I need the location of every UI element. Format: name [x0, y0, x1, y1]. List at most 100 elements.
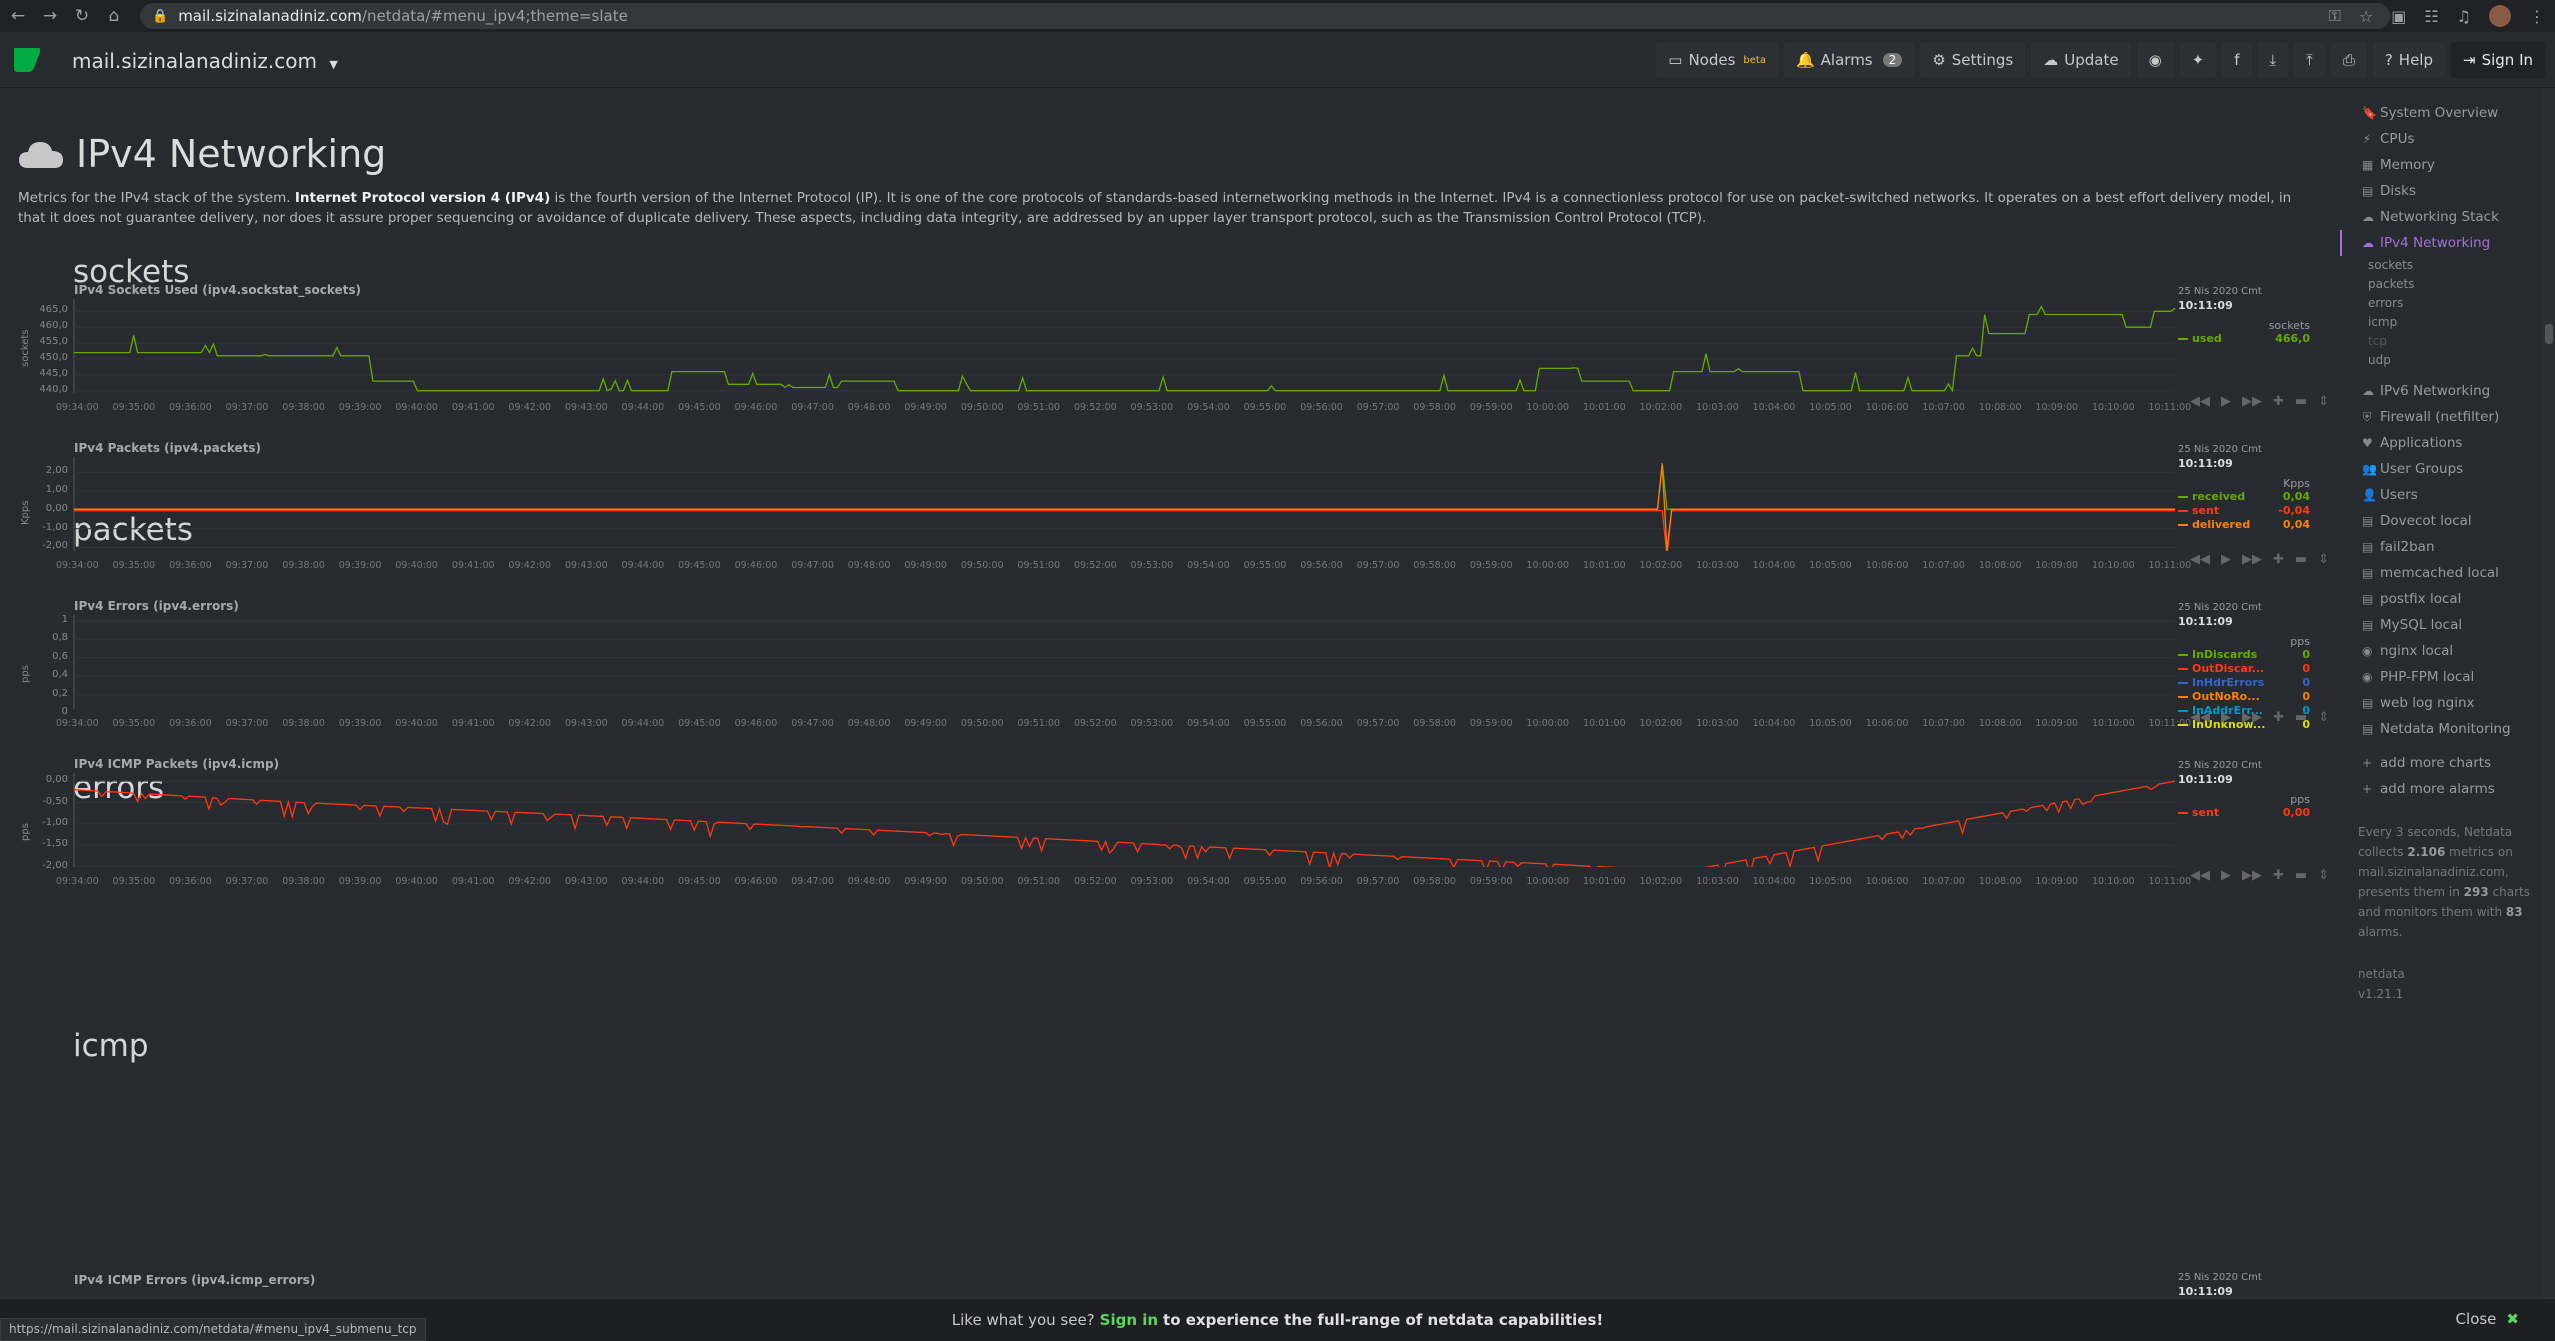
translate-icon[interactable]: ▣ [2391, 7, 2406, 26]
resize-icon[interactable]: ⇕ [2318, 394, 2329, 409]
sidebar-subitem-errors[interactable]: errors [2340, 294, 2555, 313]
zoom-out-icon[interactable]: ▬ [2295, 868, 2307, 883]
banner-sign-in-link[interactable]: Sign in [1100, 1311, 1158, 1329]
zoom-in-icon[interactable]: ✚ [2273, 868, 2284, 883]
sidebar-item-cpus[interactable]: ⚡ CPUs [2340, 126, 2555, 152]
alarms-button[interactable]: 🔔 Alarms 2 [1783, 42, 1915, 78]
upload-button[interactable]: ⤒ [2294, 42, 2325, 78]
settings-button[interactable]: ⚙ Settings [1920, 42, 2026, 78]
rewind-icon[interactable]: ◀◀ [2190, 868, 2210, 883]
plus-icon: + [2362, 756, 2373, 770]
sidebar-item-web-log-nginx[interactable]: ▤ web log nginx [2340, 690, 2555, 716]
forward-icon[interactable]: ▶▶ [2242, 710, 2262, 725]
chart-svg-icmp[interactable] [0, 757, 2330, 867]
zoom-in-icon[interactable]: ✚ [2273, 394, 2284, 409]
back-icon[interactable]: ← [4, 0, 32, 32]
update-button[interactable]: ☁ Update [2031, 42, 2131, 78]
chart-svg-packets[interactable] [0, 441, 2330, 551]
profile-avatar[interactable] [2489, 5, 2511, 27]
x-tick-label: 10:01:00 [1582, 876, 1626, 887]
scrollbar[interactable] [2543, 88, 2555, 1298]
zoom-out-icon[interactable]: ▬ [2295, 710, 2307, 725]
play-icon[interactable]: ▶ [2221, 394, 2231, 409]
zoom-in-icon[interactable]: ✚ [2273, 552, 2284, 567]
github-button[interactable]: ◉ [2136, 42, 2174, 78]
forward-icon[interactable]: ▶▶ [2242, 868, 2262, 883]
x-tick-label: 10:02:00 [1639, 718, 1683, 729]
chart-controls[interactable]: ◀◀ ▶ ▶▶ ✚ ▬ ⇕ [2190, 868, 2329, 883]
sidebar-item-users[interactable]: 👤 Users [2340, 482, 2555, 508]
sidebar-item-php-fpm-local[interactable]: ◉ PHP-FPM local [2340, 664, 2555, 690]
zoom-out-icon[interactable]: ▬ [2295, 394, 2307, 409]
sidebar-item-firewall-netfilter-[interactable]: ⛨ Firewall (netfilter) [2340, 404, 2555, 430]
sidebar-item-system-overview[interactable]: 🔖 System Overview [2340, 100, 2555, 126]
sidebar-item-applications[interactable]: ♥ Applications [2340, 430, 2555, 456]
print-button[interactable]: ⎙ [2330, 42, 2367, 78]
resize-icon[interactable]: ⇕ [2318, 868, 2329, 883]
sidebar-subitem-packets[interactable]: packets [2340, 275, 2555, 294]
sidebar-subitem-tcp[interactable]: tcp [2340, 332, 2555, 351]
hostname-dropdown[interactable]: mail.sizinalanadiniz.com ▼ [72, 49, 338, 73]
rewind-icon[interactable]: ◀◀ [2190, 710, 2210, 725]
address-bar[interactable]: 🔒 mail.sizinalanadiniz.com /netdata/#men… [140, 3, 2390, 29]
add-more-charts-link[interactable]: + add more charts [2340, 750, 2555, 776]
reload-icon[interactable]: ↻ [68, 0, 96, 32]
sidebar-item-disks[interactable]: ▤ Disks [2340, 178, 2555, 204]
sidebar-item-memcached-local[interactable]: ▤ memcached local [2340, 560, 2555, 586]
sidebar-item-nginx-local[interactable]: ◉ nginx local [2340, 638, 2555, 664]
chart-controls[interactable]: ◀◀ ▶ ▶▶ ✚ ▬ ⇕ [2190, 394, 2329, 409]
sidebar-info-info-metrics: 2.106 [2407, 845, 2446, 859]
chart-svg-errors[interactable] [0, 599, 2330, 709]
chart-controls[interactable]: ◀◀ ▶ ▶▶ ✚ ▬ ⇕ [2190, 710, 2329, 725]
zoom-in-icon[interactable]: ✚ [2273, 710, 2284, 725]
nodes-button[interactable]: ▭ Nodes beta [1656, 42, 1778, 78]
sidebar-item-mysql-local[interactable]: ▤ MySQL local [2340, 612, 2555, 638]
key-icon[interactable]: ⚿ [2329, 6, 2341, 26]
sidebar-item-ipv6-networking[interactable]: ☁ IPv6 Networking [2340, 378, 2555, 404]
rewind-icon[interactable]: ◀◀ [2190, 394, 2210, 409]
play-icon[interactable]: ▶ [2221, 868, 2231, 883]
banner-close-button[interactable]: Close ✖ [2456, 1310, 2519, 1328]
home-icon[interactable]: ⌂ [100, 0, 128, 32]
twitter-button[interactable]: ✦ [2179, 42, 2217, 78]
facebook-button[interactable]: f [2222, 42, 2252, 78]
sidebar-subitem-sockets[interactable]: sockets [2340, 256, 2555, 275]
sidebar-item-memory[interactable]: ▦ Memory [2340, 152, 2555, 178]
chart-svg-sockets[interactable] [0, 283, 2330, 393]
media-icon[interactable]: ♫ [2457, 7, 2471, 26]
legend-row-outdiscar: OutDiscar... 0 [2178, 662, 2310, 676]
play-icon[interactable]: ▶ [2221, 710, 2231, 725]
resize-icon[interactable]: ⇕ [2318, 552, 2329, 567]
sidebar-subitem-udp[interactable]: udp [2340, 351, 2555, 370]
chart-controls[interactable]: ◀◀ ▶ ▶▶ ✚ ▬ ⇕ [2190, 552, 2329, 567]
forward-icon[interactable]: → [36, 0, 64, 32]
scrollbar-thumb[interactable] [2545, 324, 2553, 344]
rewind-icon[interactable]: ◀◀ [2190, 552, 2210, 567]
forward-icon[interactable]: ▶▶ [2242, 552, 2262, 567]
sidebar-item-user-groups[interactable]: 👥 User Groups [2340, 456, 2555, 482]
sidebar-subitem-icmp[interactable]: icmp [2340, 313, 2555, 332]
add-more-alarms-link[interactable]: + add more alarms [2340, 776, 2555, 802]
legend-name-text: OutNoRo... [2192, 690, 2260, 703]
menu-icon[interactable]: ⋮ [2529, 7, 2545, 26]
sign-in-button[interactable]: ⇥ Sign In [2451, 42, 2545, 78]
sidebar-item-postfix-local[interactable]: ▤ postfix local [2340, 586, 2555, 612]
page-title-text: IPv4 Networking [76, 132, 387, 176]
sidebar-item-dovecot-local[interactable]: ▤ Dovecot local [2340, 508, 2555, 534]
sidebar-item-networking-stack[interactable]: ☁ Networking Stack [2340, 204, 2555, 230]
zoom-out-icon[interactable]: ▬ [2295, 552, 2307, 567]
resize-icon[interactable]: ⇕ [2318, 710, 2329, 725]
play-icon[interactable]: ▶ [2221, 552, 2231, 567]
help-button[interactable]: ? Help [2372, 42, 2445, 78]
forward-icon[interactable]: ▶▶ [2242, 394, 2262, 409]
sidebar-item-netdata-monitoring[interactable]: ▤ Netdata Monitoring [2340, 716, 2555, 742]
download-button[interactable]: ⤓ [2257, 42, 2289, 78]
y-axis-label: pps [20, 823, 31, 841]
netdata-logo-icon[interactable] [12, 46, 42, 74]
sidebar-item-fail2ban[interactable]: ▤ fail2ban [2340, 534, 2555, 560]
x-tick-label: 09:50:00 [960, 718, 1004, 729]
star-icon[interactable]: ☆ [2359, 7, 2373, 26]
sidebar-item-ipv4-networking[interactable]: ☁ IPv4 Networking [2340, 230, 2555, 256]
extensions-icon[interactable]: ☷ [2424, 7, 2438, 26]
page-title: IPv4 Networking [18, 132, 386, 176]
